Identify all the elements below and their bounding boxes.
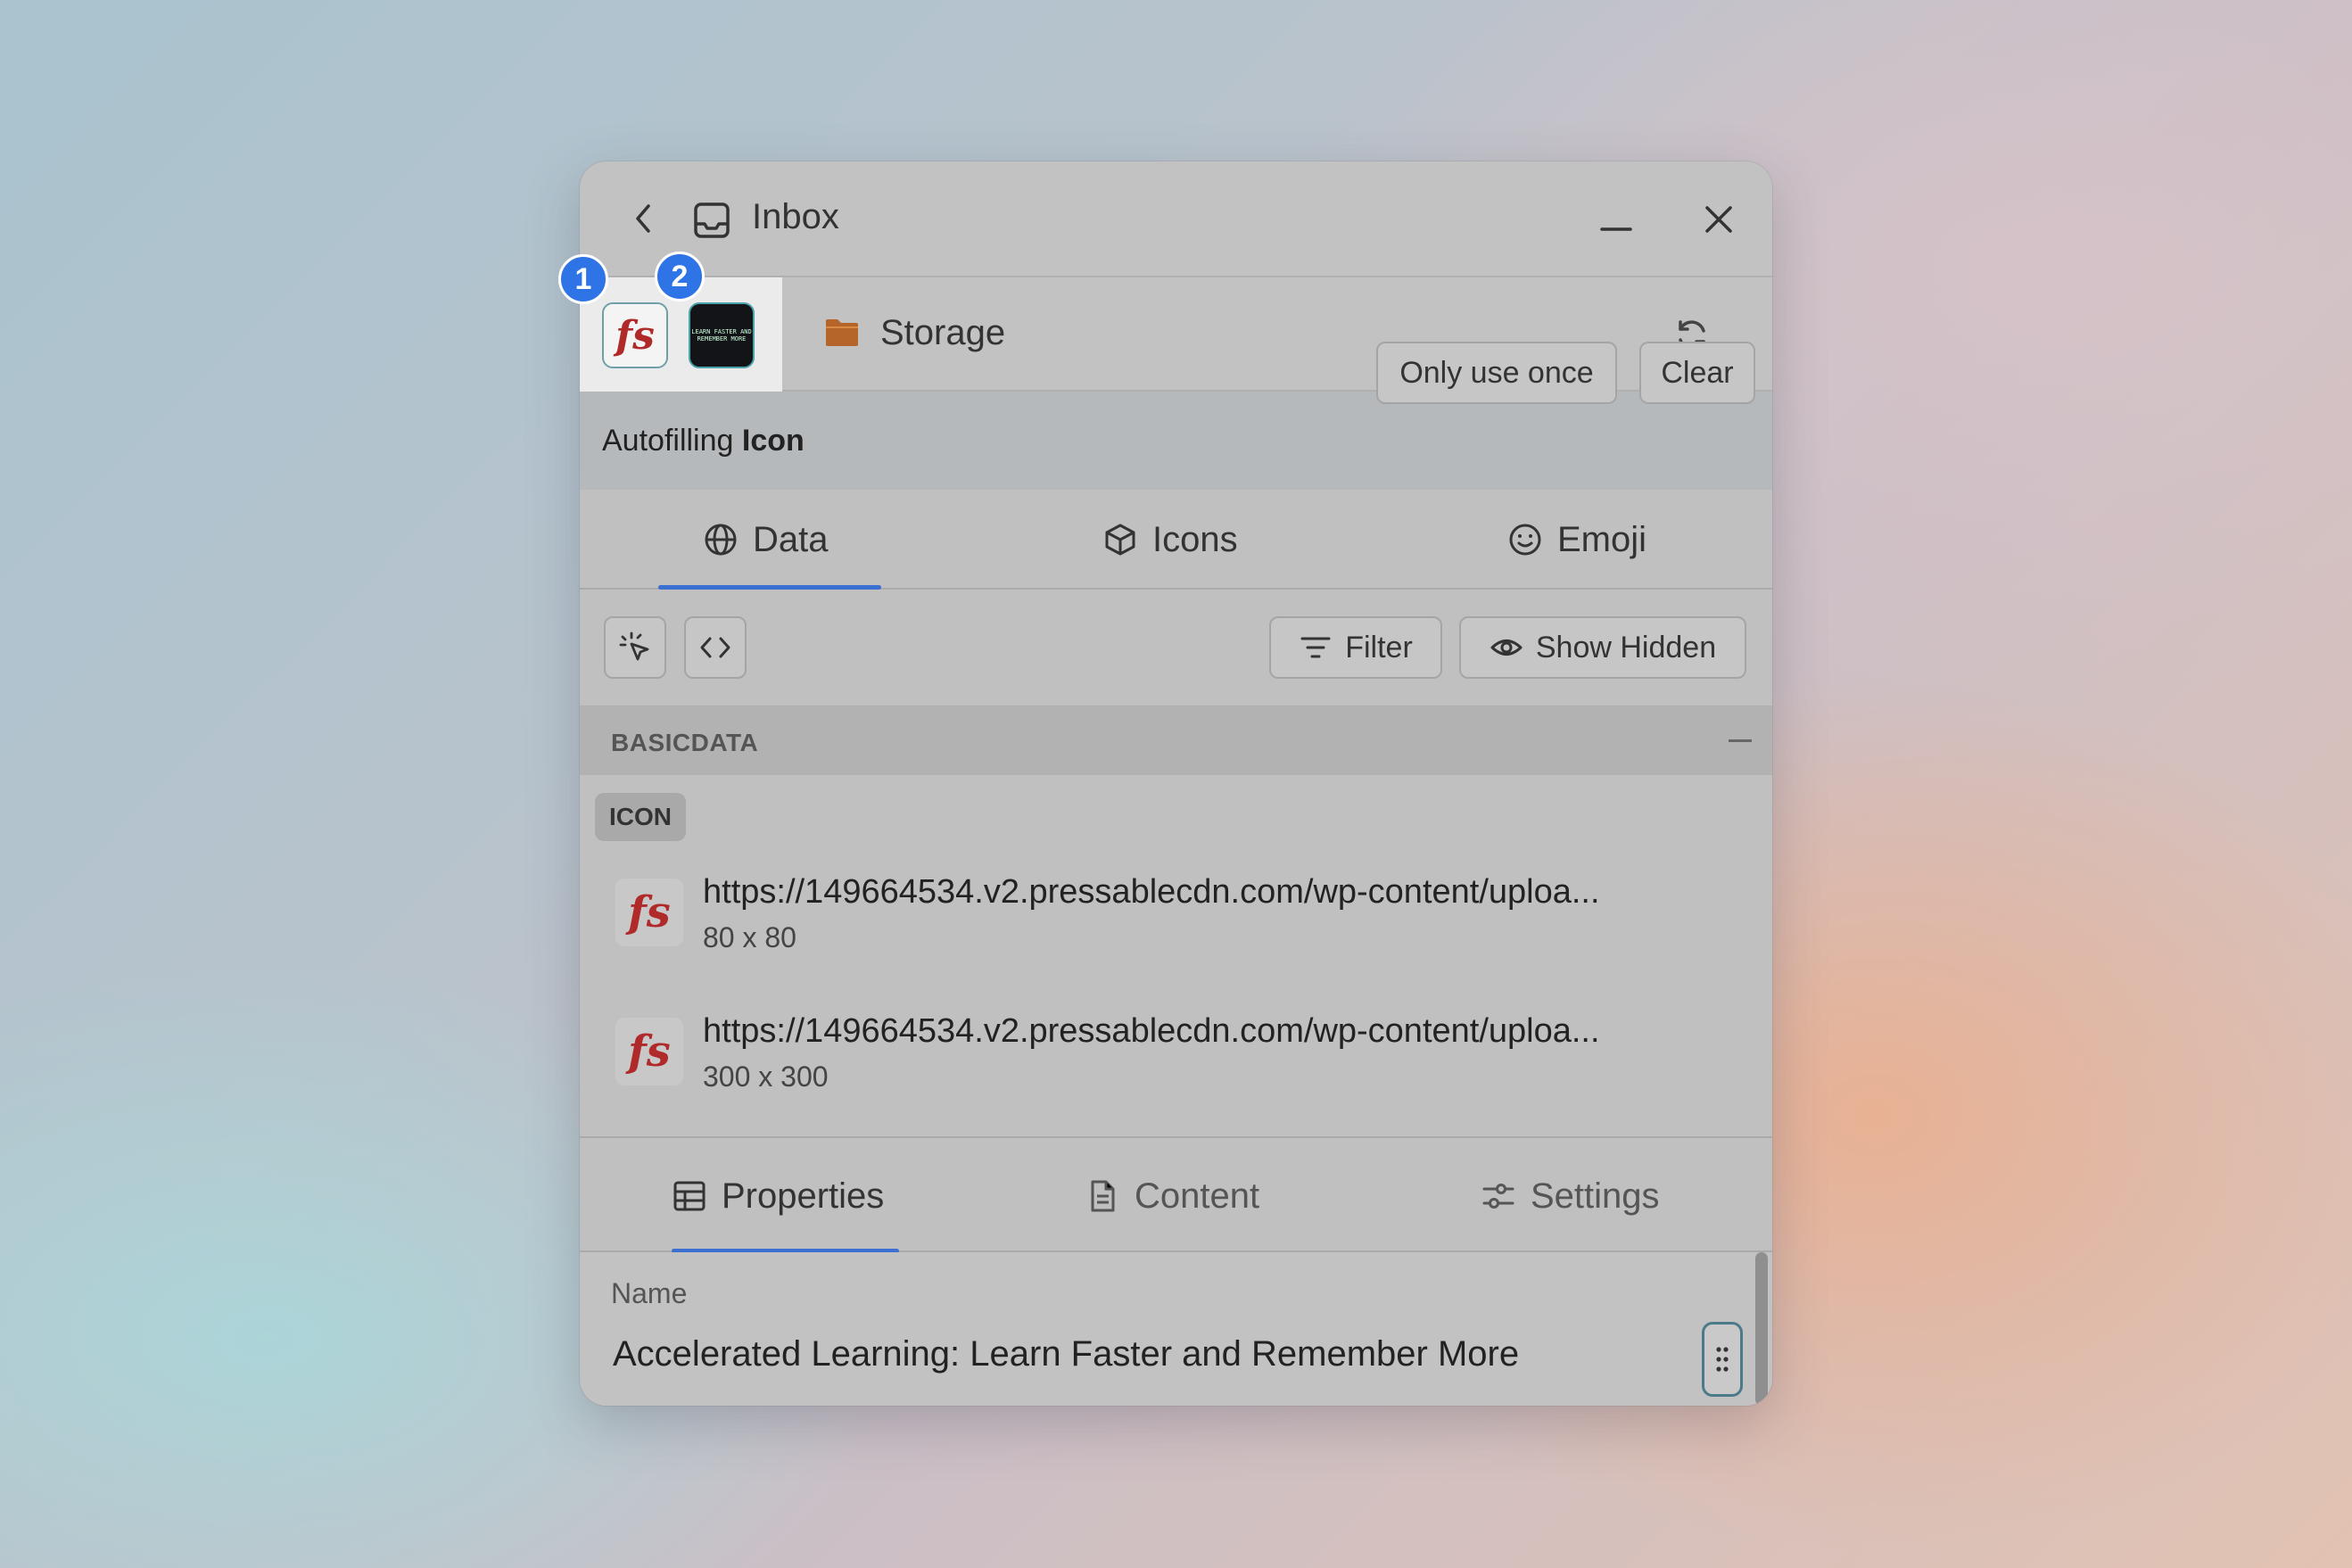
storage-label[interactable]: Storage xyxy=(880,313,1005,353)
fs-logo-text: fs xyxy=(628,887,671,937)
show-hidden-button[interactable]: Show Hidden xyxy=(1459,616,1746,679)
list-item[interactable]: fs https://149664534.v2.pressablecdn.com… xyxy=(580,1000,1772,1134)
folder-icon xyxy=(826,319,858,346)
fs-logo-icon: fs xyxy=(615,1018,683,1085)
filter-bar: Filter Show Hidden xyxy=(580,590,1772,707)
minimize-icon[interactable] xyxy=(1595,197,1639,242)
autofill-field: Icon xyxy=(741,424,805,458)
detail-tabs: Properties Content Settings xyxy=(580,1136,1772,1254)
collapse-icon[interactable] xyxy=(1729,739,1752,742)
show-hidden-label: Show Hidden xyxy=(1535,630,1717,664)
autofill-bar: Autofilling Icon xyxy=(580,392,1772,490)
item-url: https://149664534.v2.pressablecdn.com/wp… xyxy=(703,873,1600,911)
document-icon xyxy=(1091,1180,1115,1212)
name-label: Name xyxy=(611,1277,688,1309)
section-title: BASICDATA xyxy=(611,729,759,756)
only-use-once-button[interactable]: Only use once xyxy=(1376,342,1617,404)
tab-badge-2: 2 xyxy=(655,252,705,301)
title-bar: Inbox xyxy=(580,161,1772,277)
tab-data[interactable]: Data xyxy=(703,490,829,590)
tab-emoji[interactable]: Emoji xyxy=(1507,490,1646,590)
tab-badge-1: 1 xyxy=(558,254,608,304)
tab-data-label: Data xyxy=(753,519,829,559)
tab-emoji-label: Emoji xyxy=(1557,519,1647,559)
tab-icons[interactable]: Icons xyxy=(1102,490,1238,590)
code-icon xyxy=(700,637,730,658)
fs-logo-text: fs xyxy=(628,1027,671,1077)
thumb-text: LEARN FASTER AND REMEMBER MORE xyxy=(691,328,752,342)
item-size: 300 x 300 xyxy=(703,1060,829,1093)
tab-properties[interactable]: Properties xyxy=(672,1138,884,1254)
icon-results: ICON fs https://149664534.v2.pressablecd… xyxy=(580,775,1772,1136)
code-button[interactable] xyxy=(684,616,747,679)
properties-panel: Name Accelerated Learning: Learn Faster … xyxy=(580,1252,1772,1406)
inbox-icon xyxy=(694,202,730,238)
clear-button[interactable]: Clear xyxy=(1639,342,1755,404)
filter-label: Filter xyxy=(1345,630,1413,664)
sliders-icon xyxy=(1482,1184,1514,1209)
smiley-icon xyxy=(1509,524,1541,556)
scrollbar[interactable] xyxy=(1755,1252,1768,1406)
tab-thumb-1[interactable]: fs xyxy=(602,302,668,368)
drag-handle-icon[interactable] xyxy=(1702,1322,1743,1397)
inbox-panel: Inbox fs LEARN FASTER AND REMEMBER MORE … xyxy=(580,161,1772,1406)
fs-logo-icon: fs xyxy=(615,879,683,946)
item-url: https://149664534.v2.pressablecdn.com/wp… xyxy=(703,1012,1600,1050)
autofill-label: Autofilling Icon xyxy=(602,424,805,458)
picker-button[interactable] xyxy=(604,616,666,679)
eye-icon xyxy=(1490,640,1523,656)
filter-icon xyxy=(1300,637,1331,658)
table-icon xyxy=(673,1181,706,1211)
tab-properties-label: Properties xyxy=(722,1176,885,1216)
section-header[interactable]: BASICDATA xyxy=(580,707,1772,775)
cube-icon xyxy=(1105,524,1135,556)
filter-button[interactable]: Filter xyxy=(1269,616,1442,679)
source-tabs: Data Icons Emoji xyxy=(580,490,1772,590)
tab-settings[interactable]: Settings xyxy=(1481,1138,1660,1254)
window-title: Inbox xyxy=(752,197,839,236)
name-field[interactable]: Accelerated Learning: Learn Faster and R… xyxy=(613,1334,1519,1374)
back-button[interactable] xyxy=(624,199,664,238)
globe-icon xyxy=(705,524,737,556)
tab-icons-label: Icons xyxy=(1152,519,1238,559)
close-icon[interactable] xyxy=(1696,197,1741,242)
tab-content[interactable]: Content xyxy=(1085,1138,1259,1254)
tab-settings-label: Settings xyxy=(1531,1176,1660,1216)
item-size: 80 x 80 xyxy=(703,921,796,953)
field-tag: ICON xyxy=(595,793,686,841)
autofill-prefix: Autofilling xyxy=(602,424,734,458)
chevron-left-icon xyxy=(636,204,650,233)
pointer-sparkle-icon xyxy=(619,631,649,661)
tab-thumb-2[interactable]: LEARN FASTER AND REMEMBER MORE xyxy=(689,302,755,368)
list-item[interactable]: fs https://149664534.v2.pressablecdn.com… xyxy=(580,861,1772,994)
tab-content-label: Content xyxy=(1135,1176,1260,1216)
fs-logo-icon: fs xyxy=(615,312,655,359)
